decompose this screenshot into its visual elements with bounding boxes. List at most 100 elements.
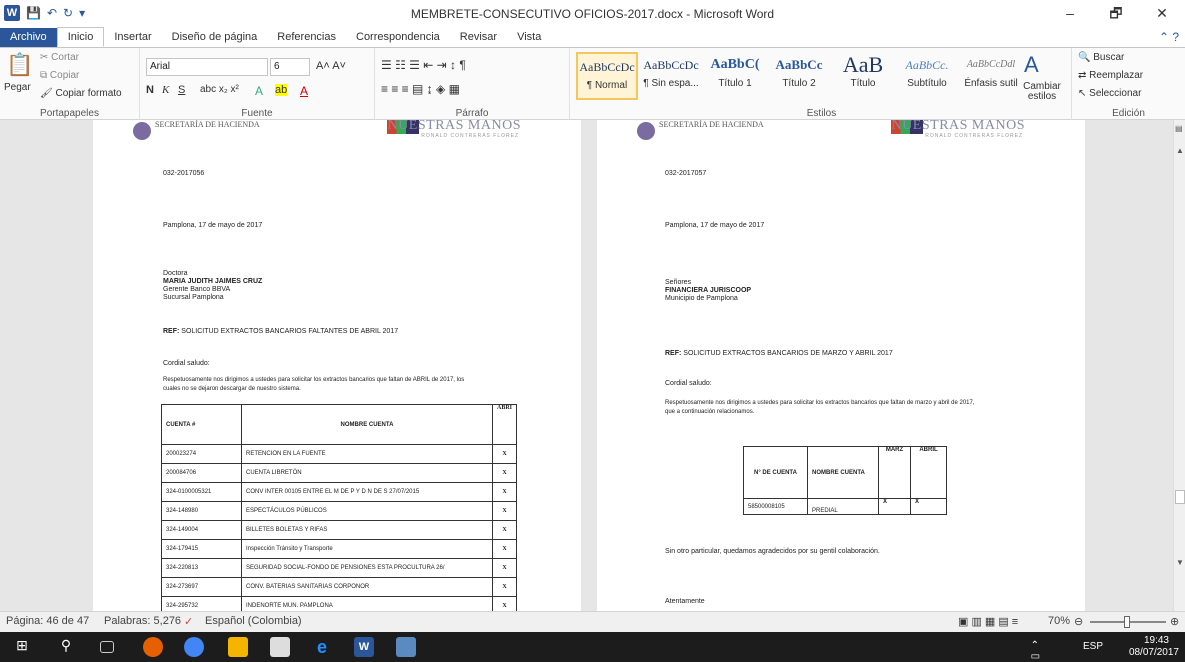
vertical-scrollbar[interactable]: ▤ ▲ ▼ — [1173, 120, 1185, 611]
cut-button[interactable]: ✂ Cortar — [40, 52, 79, 63]
highlight-icon[interactable]: ab — [275, 84, 288, 96]
zoom-slider-thumb[interactable] — [1124, 616, 1130, 628]
style-enfasis-sutil[interactable]: AaBbCcDdl Énfasis sutil — [960, 52, 1022, 100]
cell-mark: X — [491, 482, 518, 502]
binoculars-icon: 🔍 — [1078, 52, 1094, 63]
page-2[interactable]: SECRETARÍA DE HACIENDA NUESTRAS MANOS RO… — [597, 120, 1085, 611]
clock-date[interactable]: 08/07/2017 — [1129, 647, 1179, 658]
cell-name: PREDIAL — [807, 498, 879, 515]
font-group: Arial 6 A˄ A˅ N K S abc x₂ x² A ab A Fue… — [140, 48, 375, 120]
search-icon[interactable]: ⚲ — [56, 637, 76, 657]
cell-name: Inspección Tránsito y Transporte — [241, 539, 493, 559]
copy-icon: ⧉ — [40, 70, 50, 81]
bullets-icon[interactable]: ☰ ☷ ☰ ⇤ ⇥ ↕ ¶ — [381, 58, 466, 72]
table-row: 324-295732 INDENORTE MUN. PAMPLONA X — [161, 596, 518, 611]
table-row: 324-273697 CONV. BATERIAS SANITARIAS CORP… — [161, 577, 518, 597]
cell-mark: X — [491, 558, 518, 578]
align-icon[interactable]: ≡ ≡ ≡ ▤ ↨ ◈ ▦ — [381, 82, 460, 96]
grow-font-icon[interactable]: A˄ A˅ — [316, 60, 346, 72]
letterhead-sub: RONALD CONTRERAS FLOREZ — [925, 133, 1023, 139]
tab-vista[interactable]: Vista — [507, 28, 551, 47]
file-explorer-icon[interactable] — [228, 637, 248, 657]
italic-icon[interactable]: K — [162, 84, 169, 96]
chrome-icon[interactable] — [184, 637, 204, 657]
scroll-up-icon[interactable]: ▲ — [1176, 146, 1184, 155]
page-indicator[interactable]: Página: 46 de 47 — [6, 615, 89, 627]
ruler-toggle-icon[interactable]: ▤ — [1175, 124, 1183, 133]
language-indicator[interactable]: Español (Colombia) — [205, 615, 302, 627]
strikethrough-icon[interactable]: abc x₂ x² — [200, 84, 239, 95]
font-size-select[interactable]: 6 — [270, 58, 310, 76]
text-effects-icon[interactable]: A — [255, 84, 263, 98]
windows-start-icon[interactable]: ⊞ — [12, 637, 32, 657]
page-1[interactable]: SECRETARÍA DE HACIENDA NUESTRAS MANOS RO… — [93, 120, 581, 611]
table-row: 324-179415 Inspección Tránsito y Transpor… — [161, 539, 518, 559]
word-taskbar-icon[interactable]: W — [354, 637, 374, 657]
view-buttons-icon[interactable]: ▣ ▥ ▦ ▤ ≡ — [958, 615, 1018, 628]
minimize-button[interactable]: – — [1047, 0, 1093, 28]
paragraph-group: ☰ ☷ ☰ ⇤ ⇥ ↕ ¶ ≡ ≡ ≡ ▤ ↨ ◈ ▦ Párrafo — [375, 48, 570, 120]
tab-referencias[interactable]: Referencias — [267, 28, 346, 47]
tab-archivo[interactable]: Archivo — [0, 28, 57, 47]
style-preview: AaBbCc — [775, 57, 823, 72]
letterhead-right: NUESTRAS MANOS — [387, 120, 521, 133]
style-sin-espaciado[interactable]: AaBbCcDc ¶ Sin espa... — [640, 52, 702, 100]
tab-inicio[interactable]: Inicio — [56, 27, 105, 47]
replace-button[interactable]: ⇄ Reemplazar — [1078, 70, 1143, 81]
tab-revisar[interactable]: Revisar — [450, 28, 507, 47]
styles-group: AaBbCcDc ¶ Normal AaBbCcDc ¶ Sin espa... A… — [572, 48, 1072, 120]
font-family-select[interactable]: Arial — [146, 58, 268, 76]
letterhead-right: NUESTRAS MANOS — [891, 120, 1025, 133]
photos-icon[interactable] — [396, 637, 416, 657]
clock-time[interactable]: 19:43 — [1144, 635, 1169, 646]
style-name: ¶ Normal — [586, 80, 628, 91]
tab-correspondencia[interactable]: Correspondencia — [346, 28, 450, 47]
zoom-level[interactable]: 70% — [1048, 615, 1070, 627]
proofing-icon[interactable]: ✓ — [184, 615, 193, 628]
tab-insertar[interactable]: Insertar — [104, 28, 161, 47]
store-icon[interactable] — [270, 637, 290, 657]
cell-mark: X — [491, 444, 518, 464]
help-icon[interactable]: ⌃ ? — [1159, 30, 1179, 44]
style-normal[interactable]: AaBbCcDc ¶ Normal — [576, 52, 638, 100]
word-count[interactable]: Palabras: 5,276 — [104, 615, 181, 627]
change-styles-button[interactable]: Cambiar estilos — [1022, 82, 1062, 102]
cell-account: 324-220813 — [161, 558, 242, 578]
col-cuenta: CUENTA # — [161, 404, 242, 445]
editing-group: 🔍 Buscar ⇄ Reemplazar ↖ Seleccionar Edic… — [1072, 48, 1185, 120]
task-view-icon[interactable] — [100, 641, 114, 653]
find-button[interactable]: 🔍 Buscar — [1078, 52, 1124, 63]
style-titulo[interactable]: AaB Título — [832, 52, 894, 100]
paste-button[interactable]: Pegar — [4, 82, 31, 93]
scrollbar-thumb[interactable] — [1175, 490, 1185, 504]
seal-logo — [637, 122, 655, 140]
format-painter-label: Copiar formato — [55, 88, 122, 99]
style-titulo-1[interactable]: AaBbC(Título 1 — [704, 52, 766, 100]
accounts-table: N° DE CUENTA NOMBRE CUENTA MARZ ABRIL 58… — [743, 446, 947, 515]
restore-button[interactable]: 🗗 — [1093, 0, 1139, 28]
paste-icon[interactable]: 📋 — [6, 52, 33, 78]
close-button[interactable]: ✕ — [1139, 0, 1185, 28]
tray-icons[interactable]: ⌃ ▭ ◀)) ▯ — [1031, 640, 1045, 662]
zoom-out-icon[interactable]: ⊖ — [1074, 615, 1083, 628]
zoom-in-icon[interactable]: ⊕ — [1170, 615, 1179, 628]
scroll-down-icon[interactable]: ▼ — [1176, 558, 1184, 567]
underline-icon[interactable]: S — [178, 84, 185, 96]
cell-account: 200023274 — [161, 444, 242, 464]
style-subtitulo[interactable]: AaBbCc. Subtítulo — [896, 52, 958, 100]
cell-account: 200084706 — [161, 463, 242, 483]
copy-button[interactable]: ⧉ Copiar — [40, 70, 79, 81]
doc-date: Pamplona, 17 de mayo de 2017 — [665, 222, 765, 229]
edge-icon[interactable]: e — [312, 637, 332, 657]
firefox-icon[interactable] — [143, 637, 163, 657]
change-styles-icon[interactable]: A — [1024, 52, 1039, 78]
style-titulo-2[interactable]: AaBbCc Título 2 — [768, 52, 830, 100]
tab-diseno-pagina[interactable]: Diseño de página — [162, 28, 268, 47]
document-area[interactable]: SECRETARÍA DE HACIENDA NUESTRAS MANOS RO… — [0, 120, 1173, 611]
font-color-icon[interactable]: A — [300, 84, 308, 98]
select-button[interactable]: ↖ Seleccionar — [1078, 88, 1141, 99]
input-language[interactable]: ESP — [1083, 641, 1103, 652]
find-label: Buscar — [1093, 52, 1125, 63]
bold-icon[interactable]: N — [146, 84, 154, 96]
format-painter-button[interactable]: 🖌 Copiar formato — [40, 88, 122, 99]
